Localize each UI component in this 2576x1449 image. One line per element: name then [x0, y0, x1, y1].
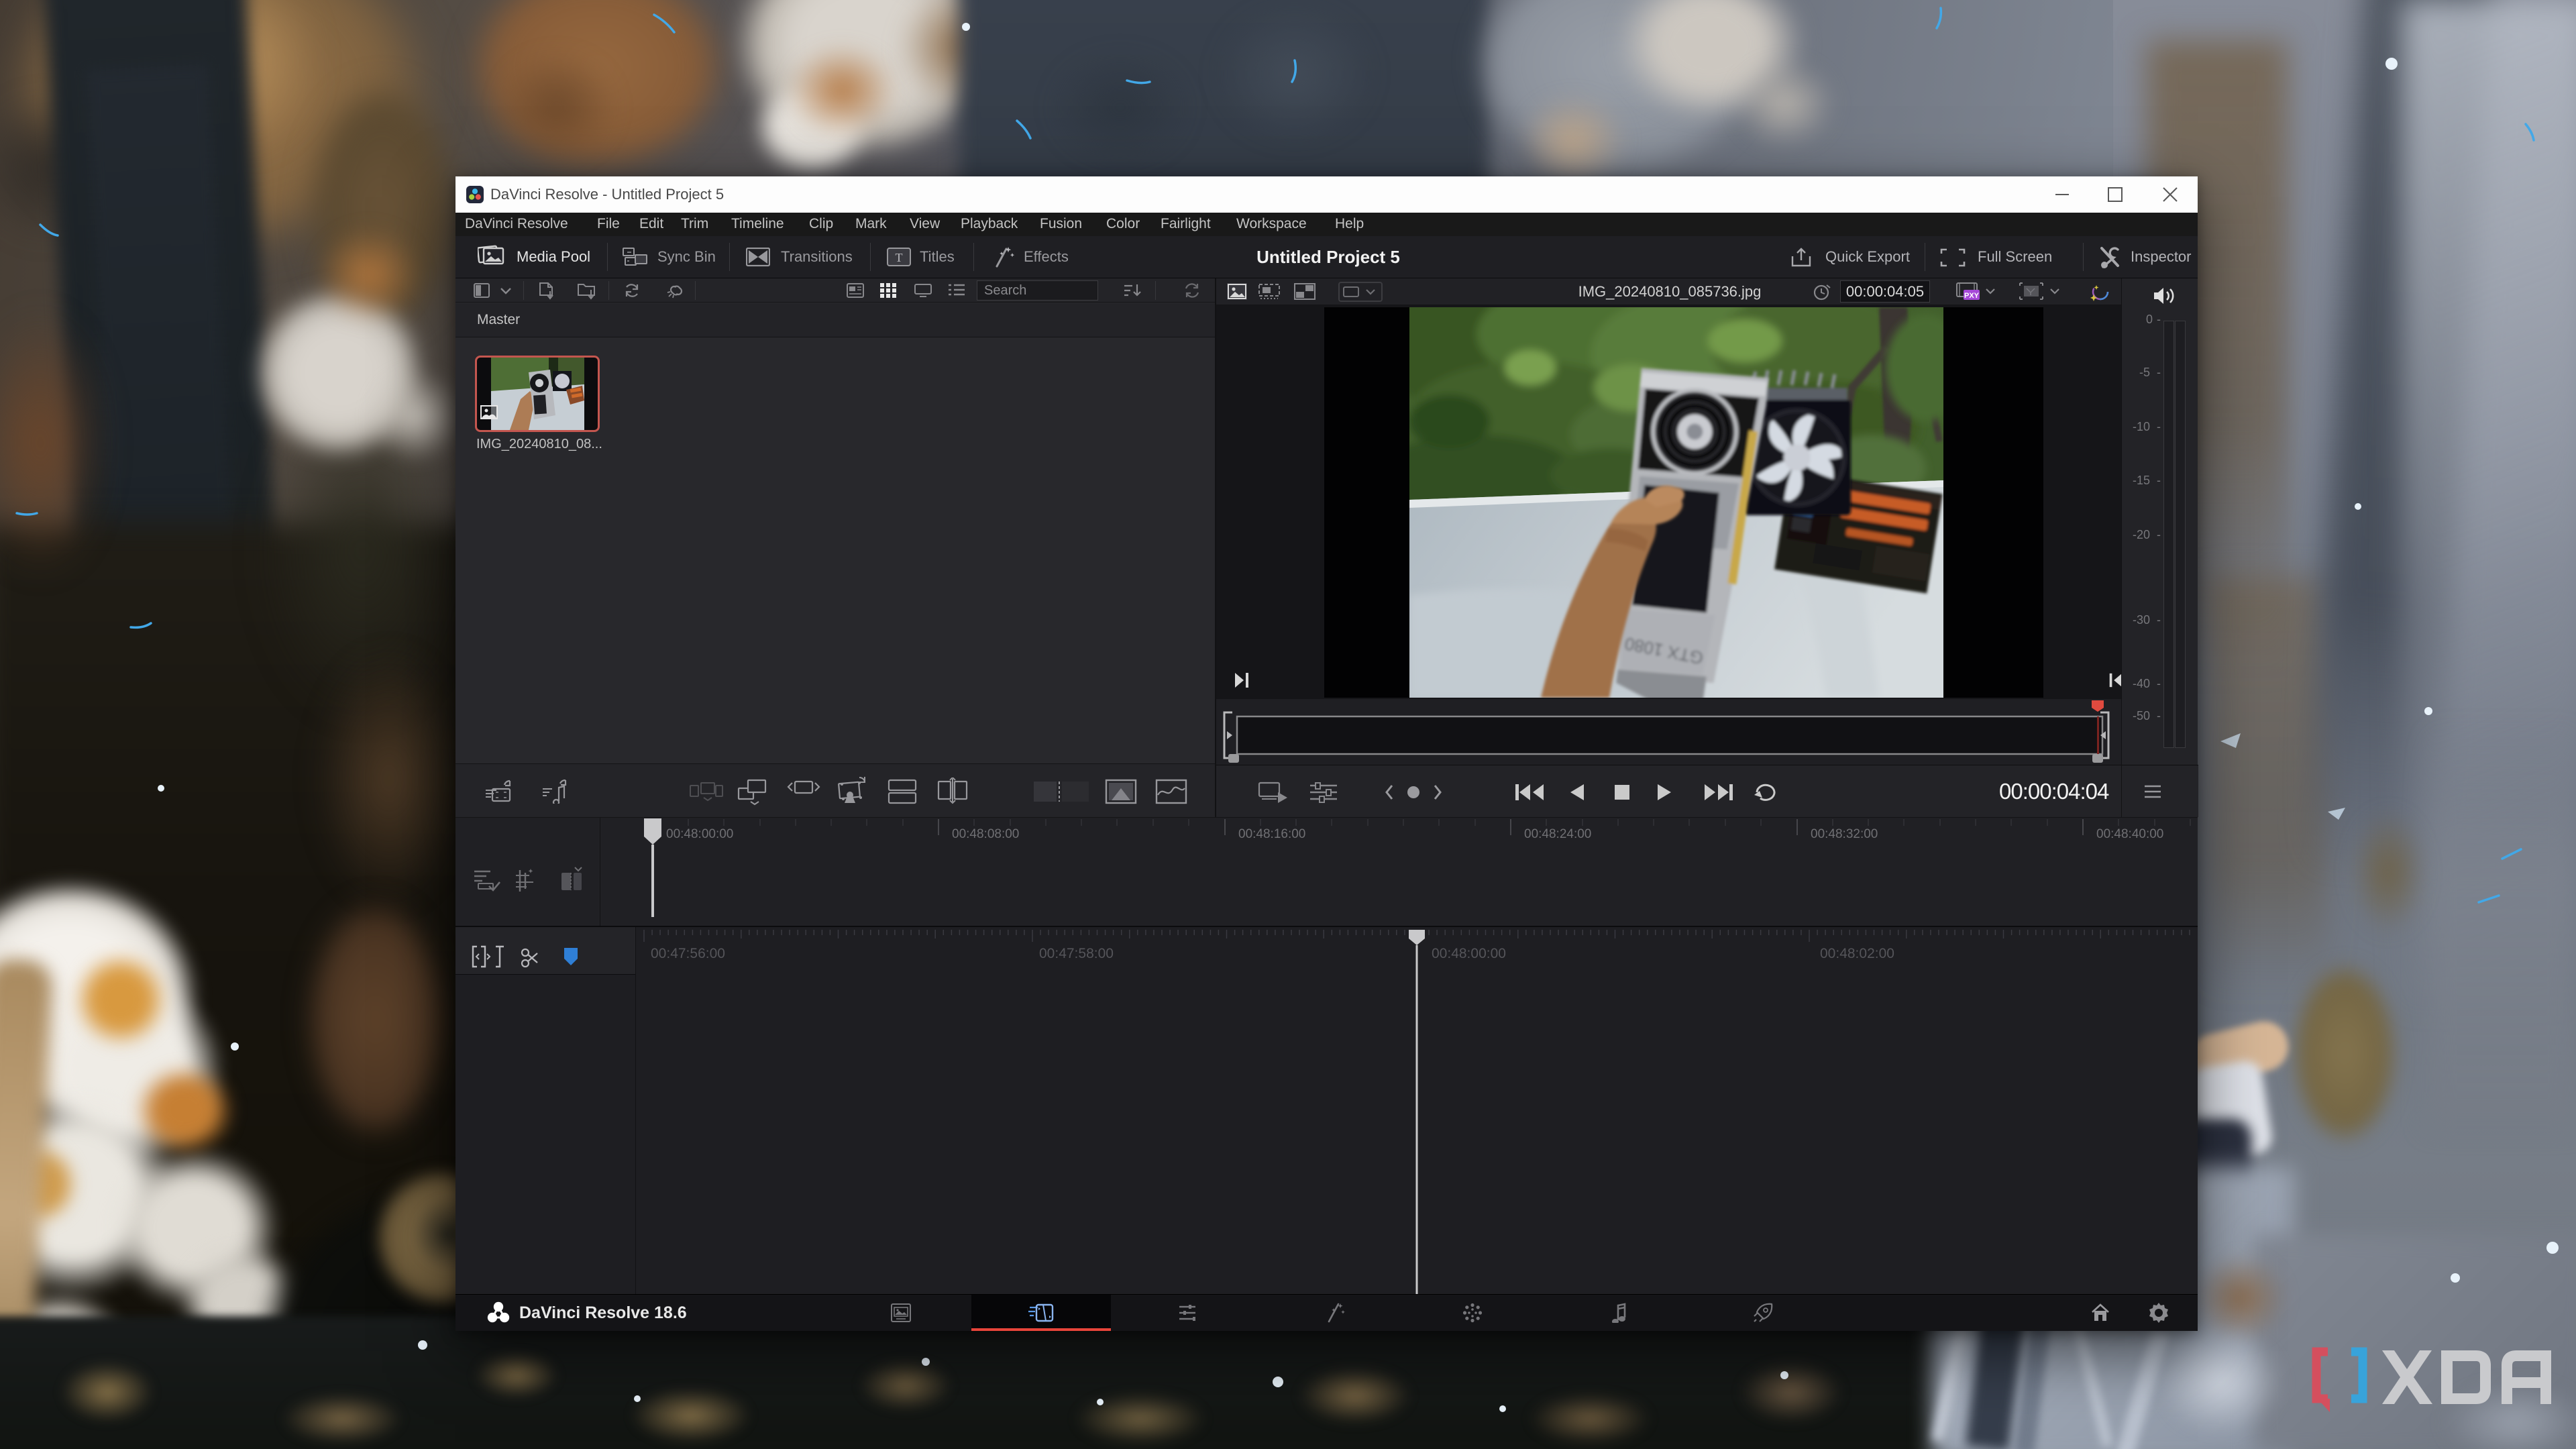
- svg-text:T: T: [896, 251, 903, 264]
- svg-text:PXY: PXY: [1964, 292, 1980, 300]
